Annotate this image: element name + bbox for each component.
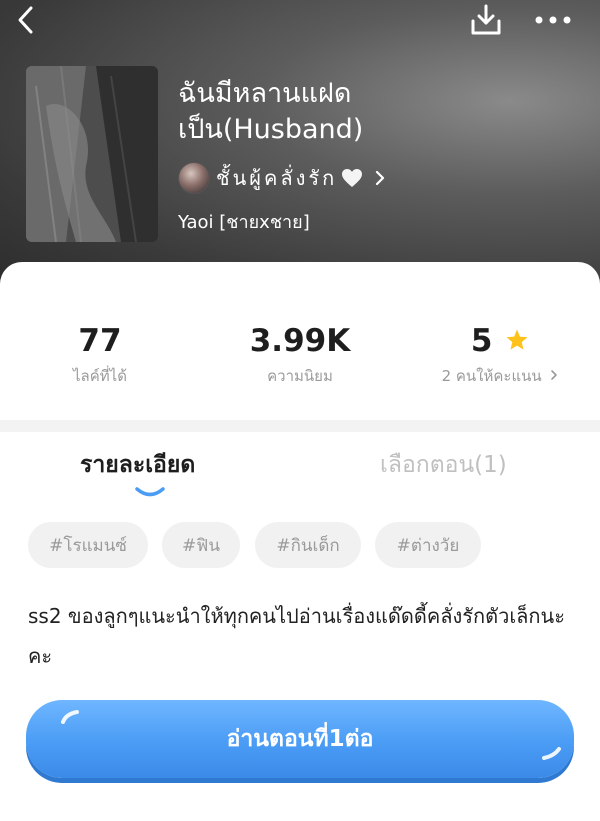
book-title-line1: ฉันมีหลานแฝด	[178, 78, 352, 109]
continue-reading-label: อ่านตอนที่1ต่อ	[226, 726, 374, 752]
rating-value-row: 5	[430, 322, 570, 360]
rating-count-label: 2 คนให้คะแนน	[441, 367, 542, 385]
tag-kin-dek[interactable]: #กินเด็ก	[255, 522, 361, 568]
chevron-right-small-icon	[551, 370, 558, 380]
popularity-stat: 3.99K ความนิยม	[240, 322, 360, 386]
white-heart-icon	[341, 168, 363, 188]
author-avatar	[178, 162, 210, 194]
active-tab-indicator	[135, 487, 165, 497]
more-dots-icon	[535, 16, 571, 24]
section-divider	[0, 420, 600, 432]
tag-romance[interactable]: #โรแมนซ์	[28, 522, 148, 568]
likes-count: 77	[78, 323, 122, 359]
cover-artwork	[26, 66, 158, 242]
genre-label: Yaoi [ชายxชาย]	[178, 212, 310, 233]
book-title-line2: เป็น(Husband)	[178, 114, 364, 145]
shine-highlight-icon	[542, 747, 561, 760]
download-icon	[471, 4, 501, 35]
book-title: ฉันมีหลานแฝด เป็น(Husband)	[178, 76, 458, 148]
shine-highlight-icon	[61, 710, 79, 724]
synopsis-text: ss2 ของลูกๆแนะนำให้ทุกคนไปอ่านเรื่องแด๊ด…	[28, 604, 565, 668]
cover-image[interactable]	[26, 66, 158, 242]
likes-stat: 77 ไลค์ที่ได้	[60, 322, 140, 386]
more-options-button[interactable]	[530, 2, 576, 38]
popularity-label: ความนิยม	[267, 367, 333, 385]
continue-reading-button[interactable]: อ่านตอนที่1ต่อ	[26, 700, 574, 778]
likes-label: ไลค์ที่ได้	[73, 367, 127, 385]
author-name: ชั้นผู้คลั่งรัก	[216, 166, 338, 190]
tab-details[interactable]: รายละเอียด	[80, 448, 195, 482]
download-button[interactable]	[466, 0, 506, 40]
star-icon	[506, 329, 528, 350]
tag-fin[interactable]: #ฟิน	[162, 522, 240, 568]
rating-stat[interactable]: 5 2 คนให้คะแนน	[430, 322, 570, 386]
author-link[interactable]: ชั้นผู้คลั่งรัก	[178, 160, 385, 196]
tab-episodes[interactable]: เลือกตอน(1)	[380, 448, 507, 482]
chevron-right-icon	[375, 170, 385, 186]
rating-value: 5	[470, 323, 493, 359]
tag-age-gap[interactable]: #ต่างวัย	[375, 522, 481, 568]
back-arrow-icon	[18, 6, 33, 34]
header-banner: ฉันมีหลานแฝด เป็น(Husband) ชั้นผู้คลั่งร…	[0, 0, 600, 290]
rating-count-row: 2 คนให้คะแนน	[430, 366, 570, 386]
back-button[interactable]	[8, 2, 44, 38]
popularity-count: 3.99K	[249, 323, 351, 359]
